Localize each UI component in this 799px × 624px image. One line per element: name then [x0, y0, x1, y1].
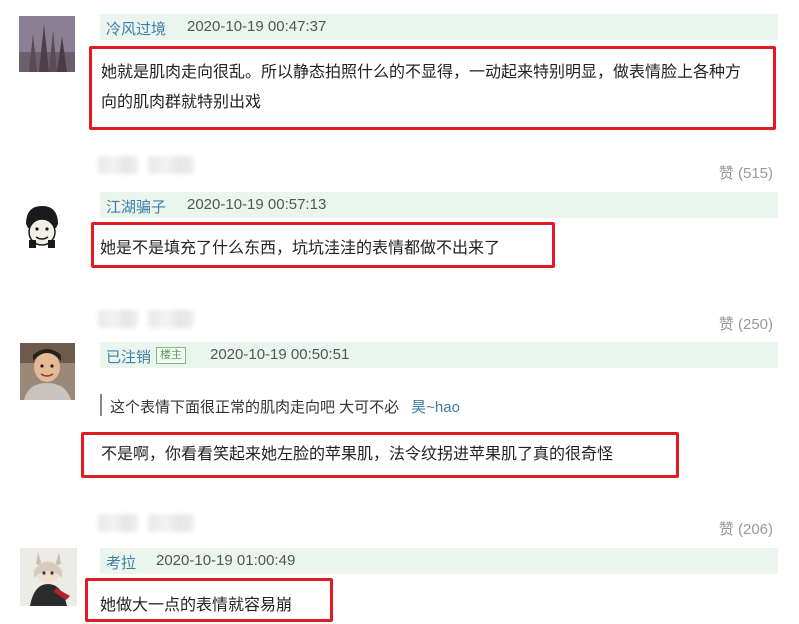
- like-button[interactable]: 赞 (206): [719, 518, 773, 539]
- highlight-box: [91, 222, 555, 268]
- timestamp: 2020-10-19 00:57:13: [187, 196, 327, 213]
- quoted-text: 这个表情下面很正常的肌肉走向吧 大可不必: [110, 399, 400, 416]
- blurred-reply-area: [148, 156, 194, 174]
- username[interactable]: 冷风过境: [106, 18, 166, 39]
- highlight-box: [85, 578, 333, 622]
- comment-header: 考拉 2020-10-19 01:00:49: [100, 548, 778, 574]
- username[interactable]: 已注销: [106, 346, 151, 367]
- username[interactable]: 江湖骗子: [106, 196, 166, 217]
- avatar[interactable]: [19, 16, 75, 72]
- comment-header: 已注销 楼主 2020-10-19 00:50:51: [100, 342, 778, 368]
- avatar[interactable]: [20, 548, 77, 606]
- op-badge: 楼主: [156, 347, 186, 364]
- timestamp: 2020-10-19 00:50:51: [210, 346, 350, 363]
- highlight-box: [89, 46, 776, 130]
- like-button[interactable]: 赞 (250): [719, 313, 773, 334]
- avatar[interactable]: [20, 202, 64, 250]
- timestamp: 2020-10-19 00:47:37: [187, 18, 327, 35]
- quoted-author[interactable]: 昊~hao: [411, 399, 460, 416]
- blurred-reply-area: [98, 310, 138, 328]
- avatar[interactable]: [20, 343, 75, 400]
- blurred-reply-area: [148, 310, 194, 328]
- comment-header: 江湖骗子 2020-10-19 00:57:13: [100, 192, 778, 218]
- comment-header: 冷风过境 2020-10-19 00:47:37: [100, 14, 778, 40]
- timestamp: 2020-10-19 01:00:49: [156, 552, 296, 569]
- quoted-reply: 这个表情下面很正常的肌肉走向吧 大可不必 昊~hao: [110, 396, 460, 417]
- blurred-reply-area: [98, 514, 138, 532]
- username[interactable]: 考拉: [106, 552, 136, 573]
- blurred-reply-area: [98, 156, 138, 174]
- like-button[interactable]: 赞 (515): [719, 162, 773, 183]
- quote-bar: [100, 394, 102, 416]
- highlight-box: [81, 432, 679, 478]
- blurred-reply-area: [148, 514, 194, 532]
